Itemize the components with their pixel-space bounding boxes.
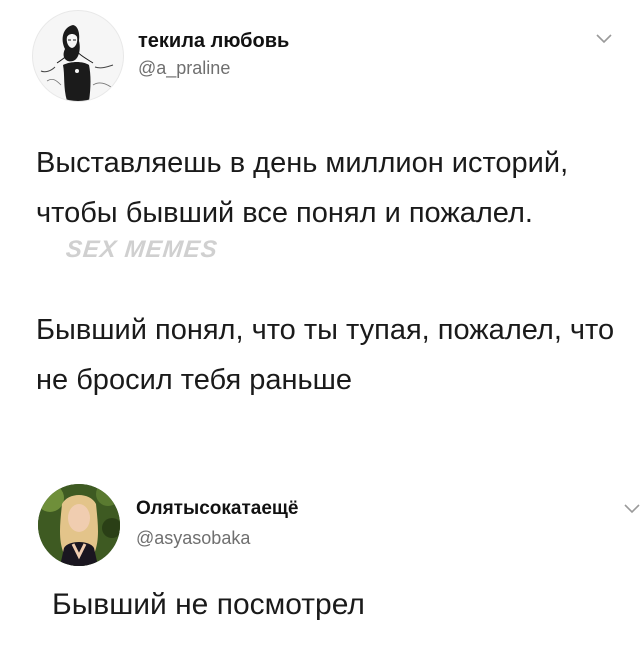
- avatar-photo-icon: [38, 484, 120, 566]
- avatar[interactable]: [38, 484, 120, 566]
- display-name[interactable]: Олятысокатаещё: [136, 498, 299, 520]
- display-name[interactable]: текила любовь: [138, 30, 289, 53]
- tweet-text: Выставляешь в день миллион историй, чтоб…: [36, 147, 569, 229]
- avatar-sketch-icon: [40, 25, 114, 101]
- tweet-reply: Олятысокатаещё @asyasobaka Бывший не пос…: [0, 478, 640, 662]
- tweet-text: Бывший не посмотрел: [52, 588, 365, 621]
- watermark: SEX MEMES: [64, 236, 220, 263]
- tweet-text: Бывший понял, что ты тупая, пожалел, что…: [36, 314, 615, 396]
- chevron-down-icon[interactable]: [624, 504, 640, 514]
- user-handle[interactable]: @a_praline: [138, 58, 230, 79]
- user-handle[interactable]: @asyasobaka: [136, 528, 250, 549]
- tweet-original: текила любовь @a_praline Выставляешь в д…: [0, 0, 640, 480]
- chevron-down-icon[interactable]: [596, 34, 612, 44]
- avatar[interactable]: [32, 10, 124, 102]
